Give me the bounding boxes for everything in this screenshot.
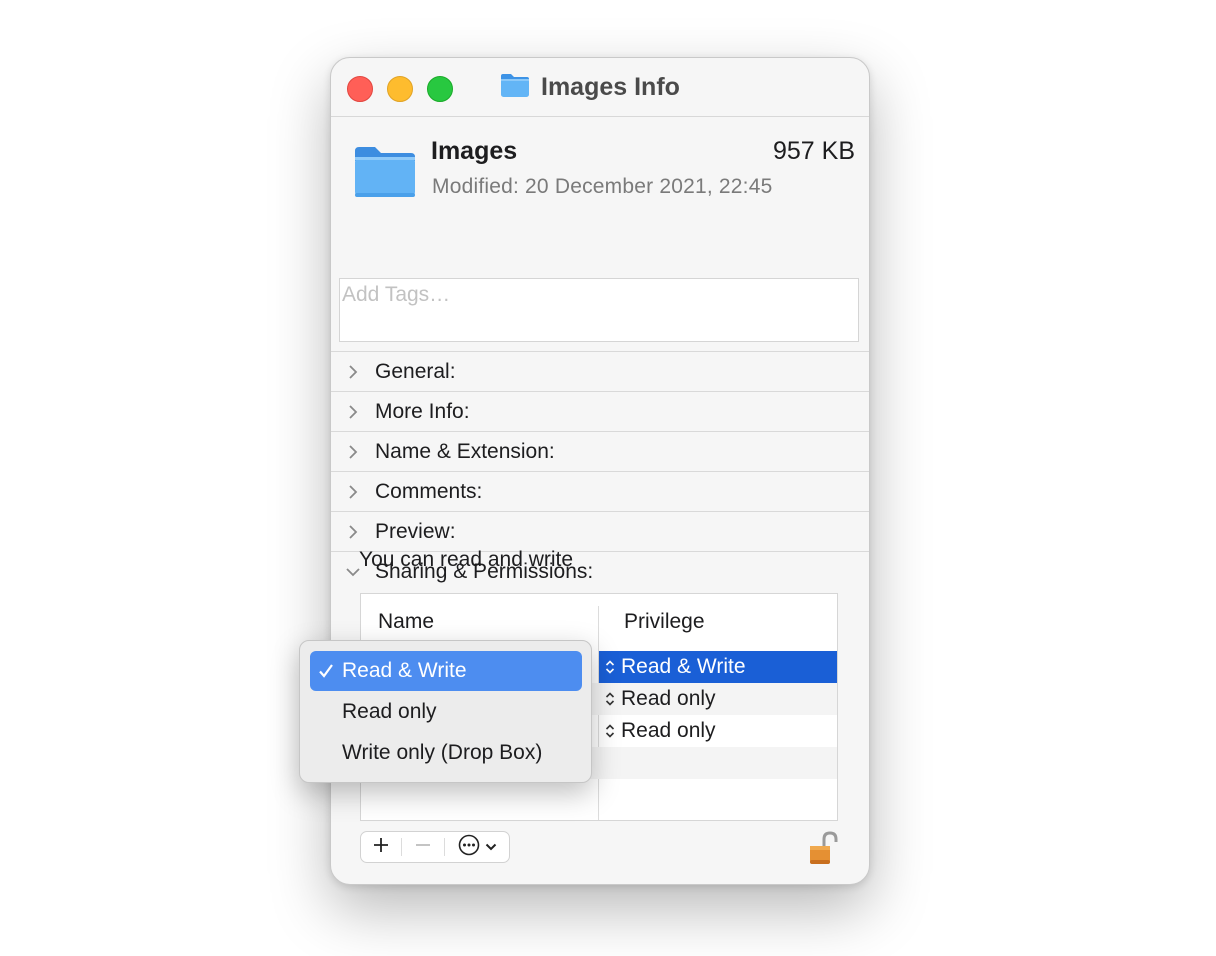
permissions-toolbar bbox=[360, 831, 510, 863]
chevron-right-icon bbox=[331, 404, 375, 420]
section-label: Comments: bbox=[375, 479, 483, 503]
plus-icon bbox=[372, 836, 390, 859]
checkmark-icon bbox=[310, 662, 342, 680]
tags-placeholder: Add Tags… bbox=[342, 283, 451, 306]
privilege-popup[interactable]: Read only bbox=[599, 715, 837, 747]
minus-icon bbox=[414, 836, 432, 859]
section-comments[interactable]: Comments: bbox=[331, 471, 869, 511]
file-summary: Images 957 KB Modified: 20 December 2021… bbox=[331, 117, 869, 352]
privilege-value: Read & Write bbox=[621, 655, 746, 678]
close-button[interactable] bbox=[347, 76, 373, 102]
modified-date: Modified: 20 December 2021, 22:45 bbox=[432, 175, 773, 198]
permission-summary: You can read and write bbox=[359, 548, 574, 571]
section-general[interactable]: General: bbox=[331, 351, 869, 391]
privilege-menu: Read & Write Read only Write only (Drop … bbox=[299, 640, 592, 783]
table-row-empty bbox=[361, 779, 837, 811]
file-name: Images bbox=[431, 137, 518, 165]
chevron-right-icon bbox=[331, 484, 375, 500]
section-label: General: bbox=[375, 359, 456, 383]
minimize-button[interactable] bbox=[387, 76, 413, 102]
section-label: Preview: bbox=[375, 519, 456, 543]
chevron-right-icon bbox=[331, 364, 375, 380]
column-header-privilege[interactable]: Privilege bbox=[624, 594, 705, 650]
privilege-value: Read only bbox=[621, 687, 716, 710]
ellipsis-circle-icon bbox=[457, 833, 481, 862]
chevron-right-icon bbox=[331, 444, 375, 460]
chevron-down-icon bbox=[485, 838, 497, 856]
title-bar[interactable]: Images Info bbox=[331, 58, 869, 116]
folder-icon bbox=[499, 71, 531, 104]
menu-item-label: Read & Write bbox=[342, 659, 467, 682]
action-menu-button[interactable] bbox=[445, 832, 509, 862]
up-down-arrows-icon bbox=[601, 723, 619, 739]
up-down-arrows-icon bbox=[601, 659, 619, 675]
section-preview[interactable]: Preview: bbox=[331, 511, 869, 551]
unlocked-lock-icon[interactable] bbox=[807, 830, 839, 873]
section-more-info[interactable]: More Info: bbox=[331, 391, 869, 431]
up-down-arrows-icon bbox=[601, 691, 619, 707]
menu-item-label: Read only bbox=[342, 700, 437, 723]
remove-user-button[interactable] bbox=[402, 832, 444, 862]
privilege-value: Read only bbox=[621, 719, 716, 742]
section-name-extension[interactable]: Name & Extension: bbox=[331, 431, 869, 471]
menu-item-label: Write only (Drop Box) bbox=[342, 741, 543, 764]
zoom-button[interactable] bbox=[427, 76, 453, 102]
tags-input[interactable]: Add Tags… bbox=[339, 278, 859, 342]
window-title: Images Info bbox=[541, 72, 680, 101]
privilege-popup[interactable]: Read only bbox=[599, 683, 837, 715]
menu-item-write-only[interactable]: Write only (Drop Box) bbox=[310, 733, 582, 773]
section-label: Name & Extension: bbox=[375, 439, 555, 463]
file-size: 957 KB bbox=[772, 137, 855, 165]
chevron-right-icon bbox=[331, 524, 375, 540]
folder-icon bbox=[353, 143, 417, 204]
menu-item-read-write[interactable]: Read & Write bbox=[310, 651, 582, 691]
privilege-popup[interactable]: Read & Write bbox=[599, 651, 837, 683]
window-title-group: Images Info bbox=[499, 70, 680, 104]
add-user-button[interactable] bbox=[361, 832, 401, 862]
menu-item-read-only[interactable]: Read only bbox=[310, 692, 582, 732]
section-label: More Info: bbox=[375, 399, 470, 423]
